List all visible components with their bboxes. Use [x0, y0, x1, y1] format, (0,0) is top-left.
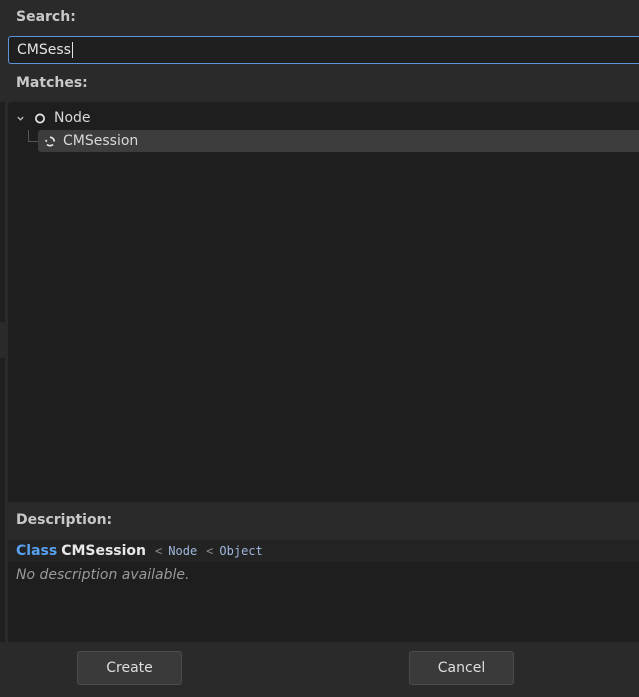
cancel-button[interactable]: Cancel	[409, 651, 514, 685]
description-label: Description:	[16, 512, 113, 528]
parent-class-link[interactable]: Object	[219, 544, 262, 558]
parent-class-link[interactable]: Node	[168, 544, 197, 558]
node-circle-icon	[34, 112, 46, 124]
search-input-value: CMSess	[17, 42, 71, 58]
tree-item-label: CMSession	[63, 133, 139, 149]
create-node-dialog: Search: CMSess Matches: Node CMSession D…	[0, 0, 639, 697]
left-edge-strip-lower	[0, 358, 5, 642]
search-label: Search:	[16, 9, 76, 25]
tree-item-node[interactable]: Node	[14, 107, 91, 129]
create-button[interactable]: Create	[77, 651, 182, 685]
description-panel: Class CMSession < Node < Object No descr…	[8, 540, 639, 642]
search-input[interactable]: CMSess	[8, 36, 639, 64]
matches-tree[interactable]: Node CMSession	[8, 102, 639, 502]
tree-item-cmsession[interactable]: CMSession	[38, 130, 639, 152]
class-signature: Class CMSession < Node < Object	[8, 540, 639, 562]
tree-item-label: Node	[54, 110, 91, 126]
inherit-separator: <	[155, 544, 163, 558]
description-text: No description available.	[16, 567, 190, 583]
class-name: CMSession	[61, 543, 147, 559]
inherit-separator: <	[206, 544, 214, 558]
cmsession-spinner-icon	[44, 135, 56, 147]
class-keyword: Class	[16, 543, 58, 559]
left-edge-strip	[0, 102, 5, 322]
chevron-down-icon[interactable]	[14, 112, 26, 124]
text-caret	[71, 42, 73, 58]
matches-label: Matches:	[16, 75, 88, 91]
